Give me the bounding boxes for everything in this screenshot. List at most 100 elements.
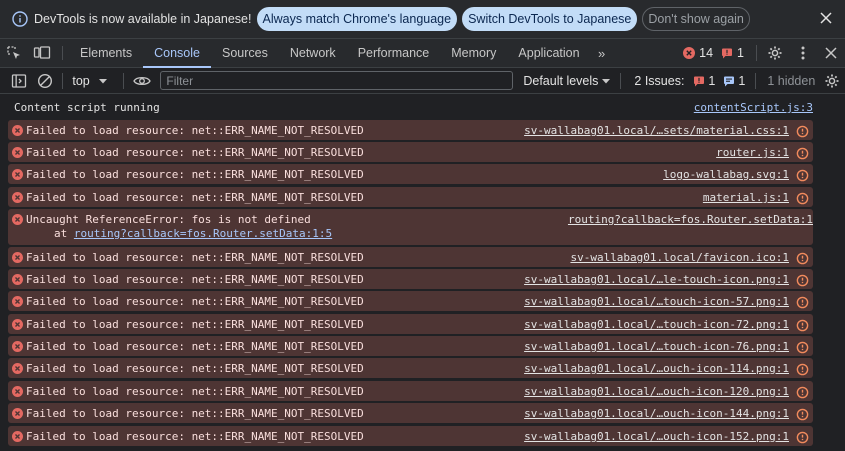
tab-network[interactable]: Network (279, 39, 347, 67)
error-icon (8, 120, 26, 140)
ai-assist-icon[interactable] (795, 168, 809, 182)
console-message-error: Failed to load resource: net::ERR_NAME_N… (8, 403, 813, 423)
console-message-error: Failed to load resource: net::ERR_NAME_N… (8, 381, 813, 401)
ai-assist-icon[interactable] (795, 407, 809, 421)
match-language-button[interactable]: Always match Chrome's language (256, 7, 458, 31)
message-source-link[interactable]: sv-wallabag01.local/favicon.ico:1 (570, 251, 789, 265)
ai-assist-icon[interactable] (795, 273, 809, 287)
message-source-link[interactable]: sv-wallabag01.local/…ouch-icon-120.png:1 (524, 385, 789, 399)
issues-error-count: 1 (708, 73, 716, 88)
tab-console[interactable]: Console (143, 39, 211, 68)
message-source-link[interactable]: router.js:1 (716, 146, 789, 160)
tab-elements[interactable]: Elements (69, 39, 143, 67)
log-levels-dropdown[interactable]: Default levels (523, 74, 612, 88)
infobar-message: DevTools is now available in Japanese! (34, 12, 252, 26)
message-source-link[interactable]: sv-wallabag01.local/…touch-icon-57.png:1 (524, 295, 789, 309)
ai-assist-icon[interactable] (795, 385, 809, 399)
console-message-error: Failed to load resource: net::ERR_NAME_N… (8, 314, 813, 334)
message-source-link[interactable]: logo-wallabag.svg:1 (663, 168, 789, 182)
ai-assist-icon[interactable] (795, 251, 809, 265)
toolbar-right: 14 1 (683, 39, 845, 67)
message-source-link[interactable]: sv-wallabag01.local/…le-touch-icon.png:1 (524, 273, 789, 287)
filter-input[interactable] (160, 71, 514, 90)
stack-frame-link[interactable]: routing?callback=fos.Router.setData:1:5 (74, 227, 332, 240)
issue-count: 1 (737, 46, 744, 60)
console-message-error: Failed to load resource: net::ERR_NAME_N… (8, 336, 813, 356)
message-text: Failed to load resource: net::ERR_NAME_N… (26, 191, 364, 204)
message-text: Content script running (14, 101, 160, 114)
message-source-link[interactable]: material.js:1 (703, 191, 789, 205)
ai-assist-icon[interactable] (795, 295, 809, 309)
toolbar-divider (756, 45, 757, 61)
console-message-error: Failed to load resource: net::ERR_NAME_N… (8, 187, 813, 207)
ai-assist-icon[interactable] (795, 124, 809, 138)
settings-gear-icon[interactable] (761, 45, 789, 61)
clear-console-icon[interactable] (32, 69, 58, 93)
error-icon (8, 187, 26, 207)
dont-show-again-button[interactable]: Don't show again (642, 7, 750, 31)
issues-button[interactable]: 2 Issues: 1 1 (634, 74, 745, 88)
console-toolbar: top Default levels 2 Issues: 1 1 1 hidde… (0, 68, 845, 94)
message-source-link[interactable]: contentScript.js:3 (694, 101, 813, 115)
more-options-icon[interactable] (789, 46, 817, 60)
error-counter[interactable]: 14 (683, 46, 713, 60)
stack-frame-prefix: at (54, 227, 74, 240)
error-icon (683, 47, 696, 59)
error-icon (8, 209, 26, 245)
tab-sources[interactable]: Sources (211, 39, 279, 67)
ai-assist-icon[interactable] (795, 340, 809, 354)
message-source-link[interactable]: sv-wallabag01.local/…sets/material.css:1 (524, 124, 789, 138)
console-message-error: Failed to load resource: net::ERR_NAME_N… (8, 426, 813, 446)
log-levels-label: Default levels (523, 73, 599, 88)
context-label: top (72, 73, 90, 88)
console-message-error: Failed to load resource: net::ERR_NAME_N… (8, 247, 813, 267)
live-expression-eye-icon[interactable] (129, 69, 155, 93)
sidebar-toggle-icon[interactable] (6, 69, 32, 93)
more-tabs-button[interactable]: » (591, 39, 613, 67)
error-icon (8, 142, 26, 162)
error-icon (8, 269, 26, 289)
message-source-link[interactable]: routing?callback=fos.Router.setData:1 (568, 213, 813, 227)
switch-language-button[interactable]: Switch DevTools to Japanese (462, 7, 638, 31)
issue-flag-icon (694, 76, 705, 86)
ai-assist-icon[interactable] (795, 146, 809, 160)
message-source-link[interactable]: sv-wallabag01.local/…ouch-icon-144.png:1 (524, 407, 789, 421)
device-toolbar-icon[interactable] (28, 39, 56, 67)
ai-assist-icon[interactable] (795, 191, 809, 205)
close-icon[interactable] (817, 9, 835, 27)
error-icon (8, 336, 26, 356)
stack-frame: at routing?callback=fos.Router.setData:1… (26, 227, 813, 241)
toolbar-divider (122, 72, 124, 89)
console-message-error: Failed to load resource: net::ERR_NAME_N… (8, 164, 813, 184)
message-source-link[interactable]: sv-wallabag01.local/…touch-icon-76.png:1 (524, 340, 789, 354)
ai-assist-icon[interactable] (795, 362, 809, 376)
tab-memory[interactable]: Memory (440, 39, 507, 67)
message-source-link[interactable]: sv-wallabag01.local/…touch-icon-72.png:1 (524, 318, 789, 332)
console-message-error: Failed to load resource: net::ERR_NAME_N… (8, 358, 813, 378)
tab-application[interactable]: Application (507, 39, 590, 67)
toolbar-divider (62, 46, 63, 60)
message-source-link[interactable]: sv-wallabag01.local/…ouch-icon-114.png:1 (524, 362, 789, 376)
error-summary: Uncaught ReferenceError: fos is not defi… (26, 213, 311, 226)
close-devtools-icon[interactable] (817, 47, 845, 59)
message-source-link[interactable]: sv-wallabag01.local/…ouch-icon-152.png:1 (524, 430, 789, 444)
tab-performance[interactable]: Performance (347, 39, 441, 67)
inspect-element-icon[interactable] (0, 39, 28, 67)
language-infobar: DevTools is now available in Japanese! A… (0, 0, 845, 38)
error-count: 14 (699, 46, 714, 60)
console-settings-gear-icon[interactable] (819, 69, 845, 93)
error-icon (8, 291, 26, 311)
ai-assist-icon[interactable] (795, 318, 809, 332)
toolbar-divider (755, 72, 757, 89)
issue-counter[interactable]: 1 (721, 46, 744, 60)
console-message-error: Failed to load resource: net::ERR_NAME_N… (8, 269, 813, 289)
console-message-info: Content script running contentScript.js:… (8, 97, 813, 119)
dropdown-arrow-icon (98, 78, 107, 83)
issues-info-count: 1 (738, 73, 746, 88)
message-text: Failed to load resource: net::ERR_NAME_N… (26, 146, 364, 159)
error-icon (8, 314, 26, 334)
ai-assist-icon[interactable] (795, 430, 809, 444)
console-message-error: Failed to load resource: net::ERR_NAME_N… (8, 142, 813, 162)
dropdown-arrow-icon (602, 78, 611, 83)
context-selector[interactable]: top (72, 74, 109, 88)
